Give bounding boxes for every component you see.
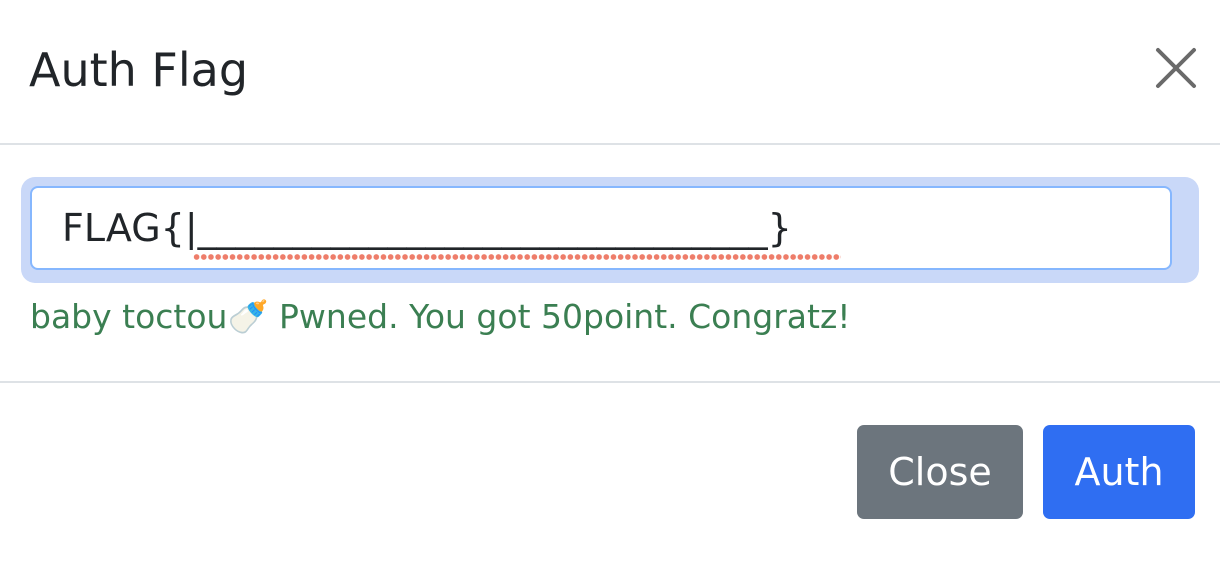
close-icon[interactable] bbox=[1152, 44, 1200, 92]
spellcheck-underline bbox=[193, 253, 841, 261]
modal-body: baby toctou🍼 Pwned. You got 50point. Con… bbox=[0, 145, 1220, 381]
flag-input-focus-ring bbox=[21, 177, 1199, 283]
modal-footer: Close Auth bbox=[0, 381, 1220, 573]
success-feedback: baby toctou🍼 Pwned. You got 50point. Con… bbox=[30, 297, 851, 336]
modal-title: Auth Flag bbox=[29, 43, 249, 97]
close-button[interactable]: Close bbox=[857, 425, 1023, 519]
modal-header: Auth Flag bbox=[0, 0, 1220, 145]
auth-button[interactable]: Auth bbox=[1043, 425, 1195, 519]
auth-flag-modal: Auth Flag baby toctou🍼 Pwned. You got 50… bbox=[0, 0, 1220, 573]
